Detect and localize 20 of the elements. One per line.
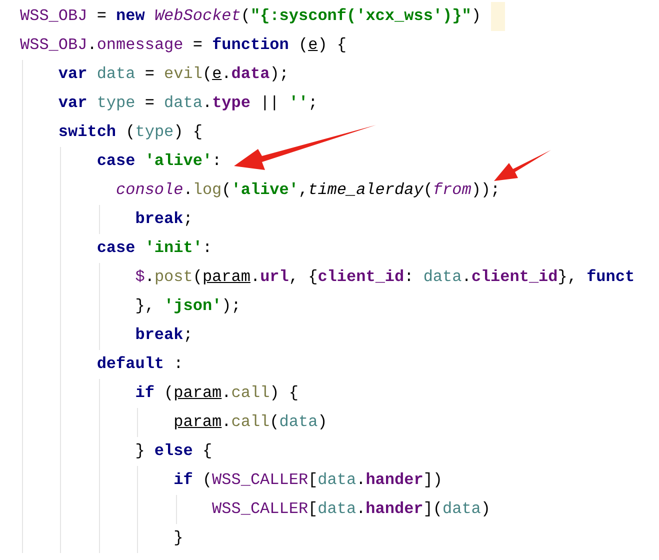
code-line: break; xyxy=(134,209,193,230)
arrow xyxy=(494,150,551,181)
code-line: }, 'json'); xyxy=(134,296,241,317)
code-line: case 'init': xyxy=(96,238,212,259)
code-line: case 'alive': xyxy=(96,151,222,172)
code-line: var data = evil(e.data); xyxy=(57,64,289,85)
code-line: $.post(param.url, {client_id: data.client_id}, funct xyxy=(134,267,635,288)
code-line: WSS_CALLER[data.hander](data) xyxy=(211,499,490,520)
code-line: default : xyxy=(96,354,184,375)
code-line: switch (type) { xyxy=(57,122,202,143)
code-line: if (param.call) { xyxy=(134,383,298,404)
code-line: var type = data.type || ''; xyxy=(57,93,318,114)
code-line: } xyxy=(172,528,184,549)
code-line: } else { xyxy=(134,441,212,462)
code-line: WSS_OBJ = new WebSocket("{:sysconf('xcx_wss')}") xyxy=(20,6,481,27)
code-line: param.call(data) xyxy=(172,412,328,433)
code-line: console.log('alive',time_alerday(from)); xyxy=(115,180,500,201)
code-line: WSS_OBJ.onmessage = function (e) { xyxy=(20,35,347,56)
code-line: if (WSS_CALLER[data.hander]) xyxy=(172,470,442,491)
code-line: break; xyxy=(134,325,193,346)
